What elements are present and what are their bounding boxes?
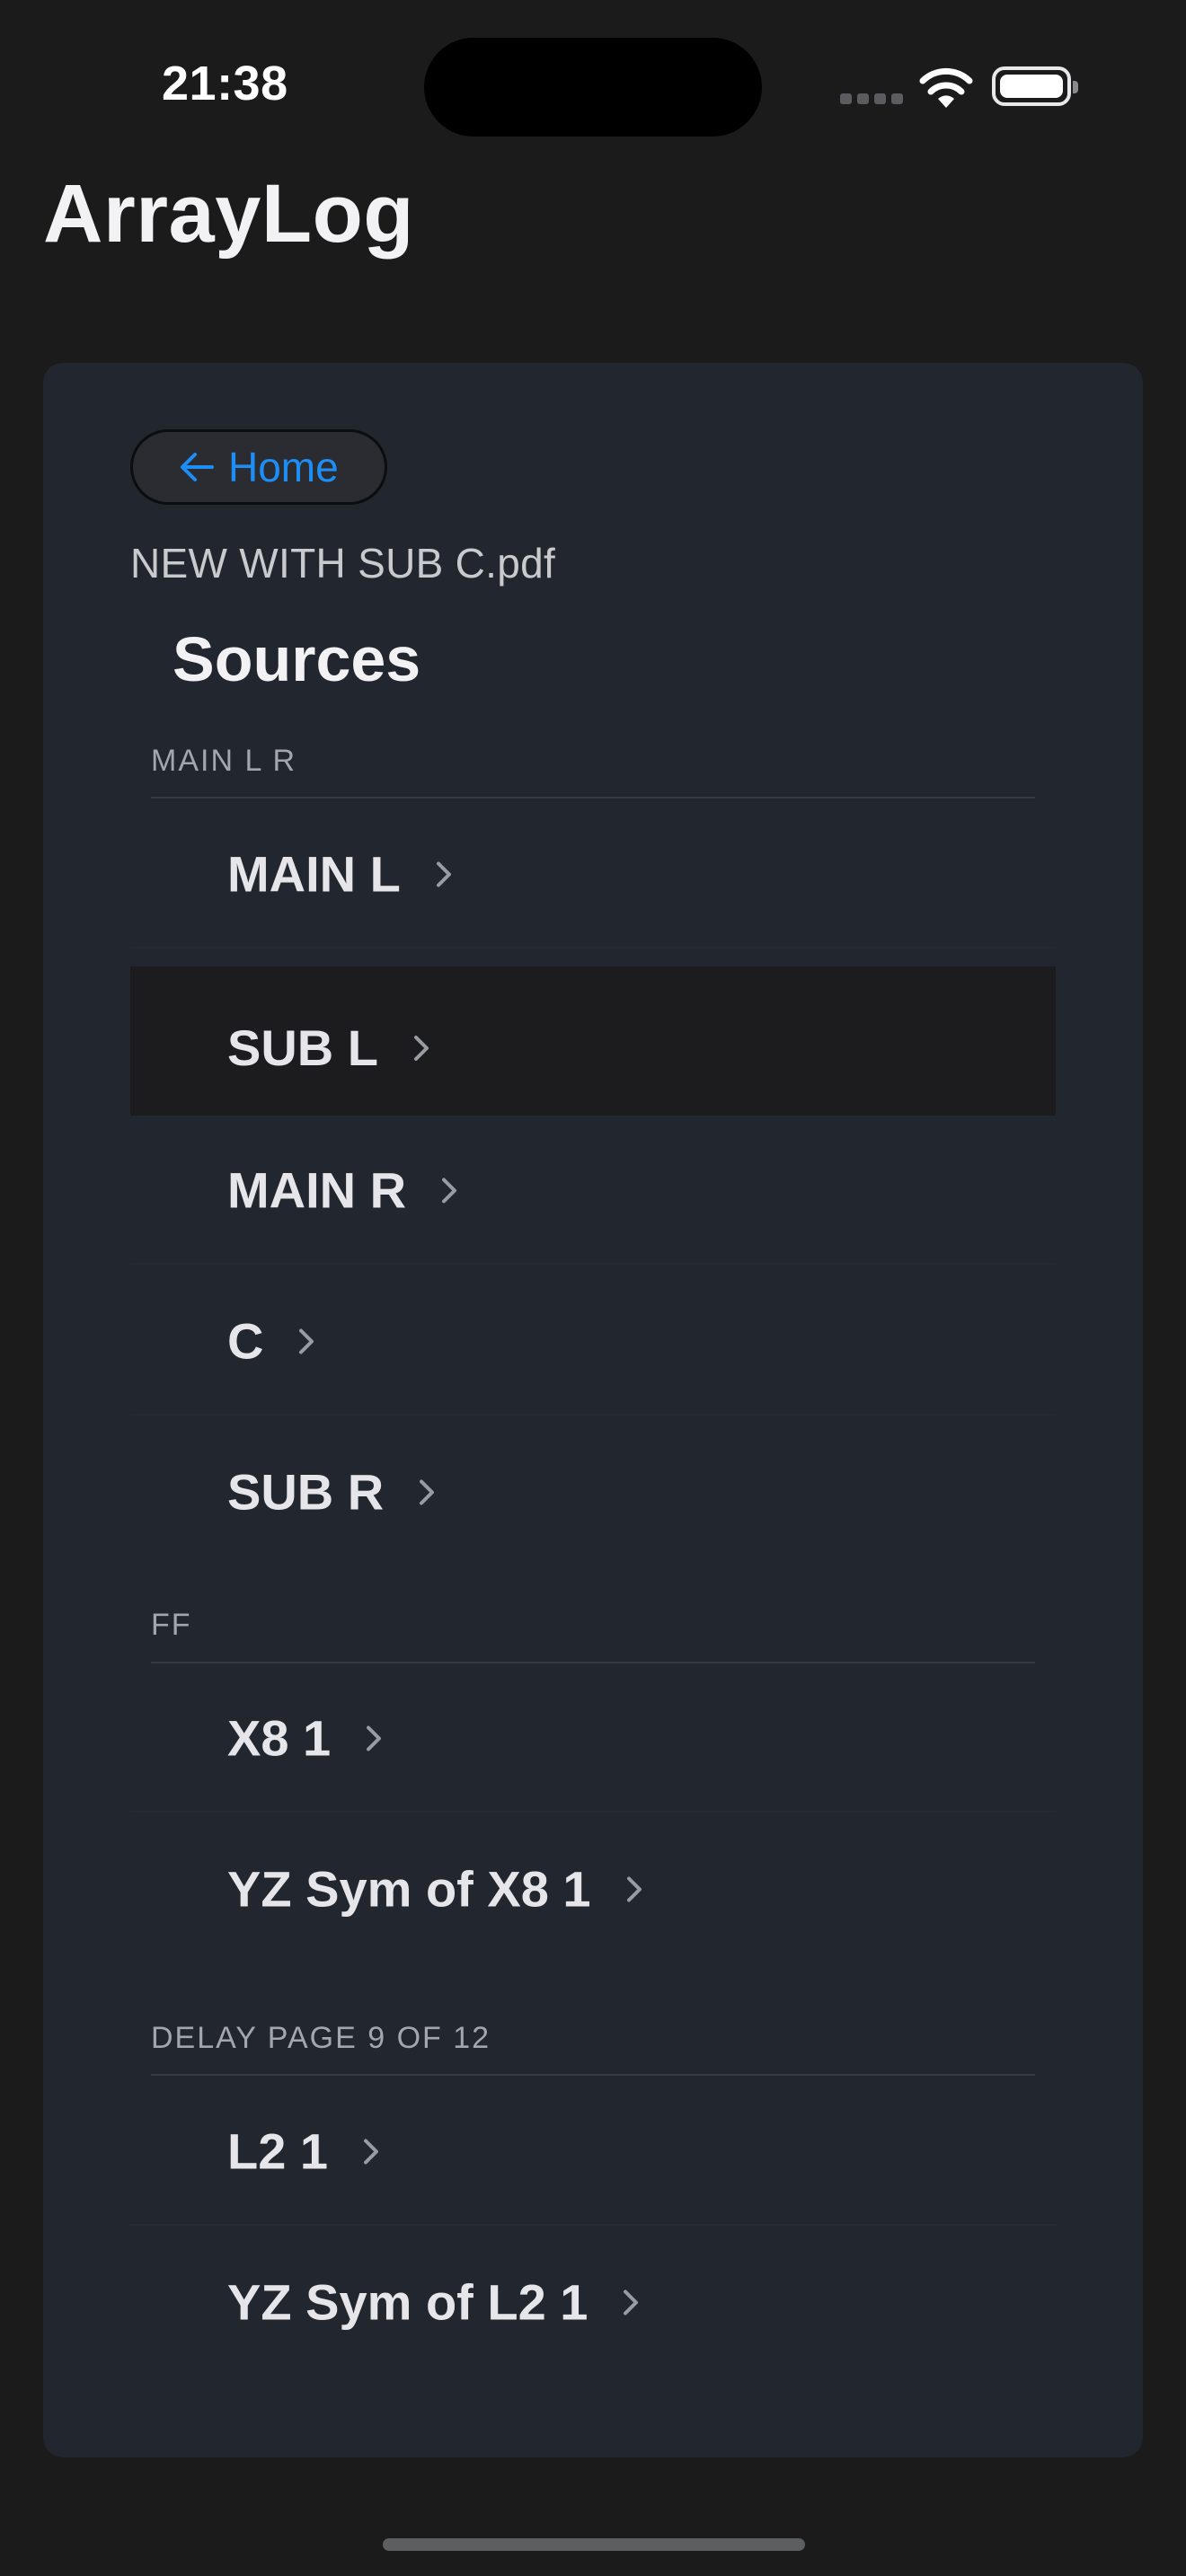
source-row-label: MAIN R — [227, 1161, 407, 1219]
chevron-right-icon — [414, 1035, 429, 1061]
home-button[interactable]: Home — [130, 429, 387, 505]
status-bar: 21:38 — [0, 0, 1186, 171]
app-title: ArrayLog — [43, 168, 414, 260]
source-row-c[interactable]: C — [130, 1266, 1056, 1416]
home-indicator[interactable] — [383, 2538, 805, 2551]
source-row-sub-l[interactable]: SUB L — [130, 966, 1056, 1116]
sources-card: Home NEW WITH SUB C.pdf Sources MAIN L R… — [43, 363, 1143, 2457]
chevron-right-icon — [367, 1725, 382, 1751]
source-row-label: L2 1 — [227, 2122, 329, 2180]
dynamic-island — [424, 38, 762, 137]
chevron-right-icon — [624, 2289, 639, 2315]
source-row-x8-1[interactable]: X8 1 — [130, 1663, 1056, 1813]
source-row-sub-r[interactable]: SUB R — [130, 1417, 1056, 1566]
source-row-yz-sym-x8-1[interactable]: YZ Sym of X8 1 — [130, 1814, 1056, 1963]
chevron-right-icon — [364, 2139, 379, 2164]
section-header-main-l-r: MAIN L R — [151, 744, 297, 778]
source-row-main-r[interactable]: MAIN R — [130, 1116, 1056, 1265]
chevron-right-icon — [626, 1876, 642, 1901]
source-row-yz-sym-l2-1[interactable]: YZ Sym of L2 1 — [130, 2228, 1056, 2377]
status-time: 21:38 — [162, 57, 288, 110]
section-divider — [151, 797, 1035, 798]
home-button-label: Home — [228, 444, 339, 490]
file-name: NEW WITH SUB C.pdf — [130, 540, 556, 587]
screen: 21:38 ArrayLog Home NEW WITH SUB C.pdf S… — [0, 0, 1186, 2576]
source-row-main-l[interactable]: MAIN L — [130, 799, 1056, 948]
chevron-right-icon — [436, 861, 451, 887]
source-row-label: C — [227, 1312, 264, 1370]
section-header-ff: FF — [151, 1608, 192, 1642]
chevron-right-icon — [442, 1178, 457, 1203]
source-row-label: YZ Sym of X8 1 — [227, 1860, 591, 1918]
chevron-right-icon — [420, 1479, 435, 1504]
section-header-delay: DELAY PAGE 9 OF 12 — [151, 2021, 491, 2055]
source-row-label: SUB L — [227, 1019, 378, 1076]
chevron-right-icon — [299, 1328, 314, 1354]
source-row-label: MAIN L — [227, 845, 401, 903]
cellular-signal-icon — [840, 93, 903, 106]
wifi-icon — [919, 67, 973, 108]
arrow-left-icon — [181, 453, 214, 481]
source-row-label: YZ Sym of L2 1 — [227, 2273, 589, 2331]
source-row-l2-1[interactable]: L2 1 — [130, 2077, 1056, 2226]
battery-icon — [992, 66, 1078, 106]
section-divider — [151, 2074, 1035, 2076]
sources-heading: Sources — [173, 624, 421, 694]
source-row-label: X8 1 — [227, 1709, 332, 1767]
source-row-label: SUB R — [227, 1463, 385, 1521]
